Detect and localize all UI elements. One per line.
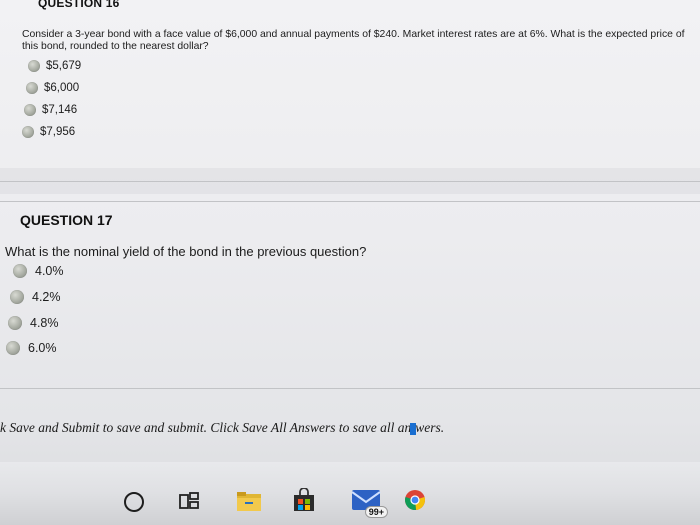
radio-button[interactable] [8,316,22,330]
save-instructions-text-end: wers. [415,420,445,435]
question-16-heading: QUESTION 16 [38,0,120,10]
windows-taskbar: 99+ [0,462,700,525]
q16-choice-b[interactable]: $6,000 [26,82,79,94]
radio-button[interactable] [26,82,38,94]
question-17-heading: QUESTION 17 [20,212,113,228]
section-divider [0,181,700,182]
question-17-text: What is the nominal yield of the bond in… [5,244,367,259]
radio-button[interactable] [28,60,40,72]
mail-icon[interactable]: 99+ [350,486,388,518]
radio-button[interactable] [22,126,34,138]
mail-unread-badge: 99+ [364,506,388,518]
q16-choice-c[interactable]: $7,146 [24,104,77,116]
chrome-icon[interactable] [404,489,426,511]
cortana-ring-icon[interactable] [124,492,144,512]
store-icon[interactable] [293,488,315,512]
save-instructions: k Save and Submit to save and submit. Cl… [0,420,444,436]
question-16-text: Consider a 3-year bond with a face value… [22,29,685,53]
radio-button[interactable] [6,341,20,355]
choice-label: $7,146 [42,104,78,116]
choice-label: 4.8% [30,316,59,330]
save-instructions-text: k Save and Submit to save and submit. Cl… [0,420,412,435]
radio-button[interactable] [24,104,36,116]
choice-label: 4.0% [35,264,64,278]
q17-choice-b[interactable]: 4.2% [10,290,61,304]
choice-label: $6,000 [44,82,80,94]
question-17: QUESTION 17 What is the nominal yield of… [0,200,700,390]
task-view-icon[interactable] [178,490,200,512]
q17-choice-d[interactable]: 6.0% [6,341,57,355]
q17-choice-a[interactable]: 4.0% [13,264,64,278]
choice-label: $7,956 [40,126,76,138]
q16-choice-a[interactable]: $5,679 [28,60,81,72]
q16-choice-d[interactable]: $7,956 [22,126,75,138]
file-explorer-icon[interactable] [236,490,262,512]
choice-label: 4.2% [32,290,61,304]
choice-label: $5,679 [46,60,82,72]
choice-label: 6.0% [28,341,57,355]
q17-choice-c[interactable]: 4.8% [8,316,59,330]
section-divider [0,388,700,389]
radio-button[interactable] [10,290,24,304]
radio-button[interactable] [13,264,27,278]
question-16: QUESTION 16 Consider a 3-year bond with … [0,0,700,170]
